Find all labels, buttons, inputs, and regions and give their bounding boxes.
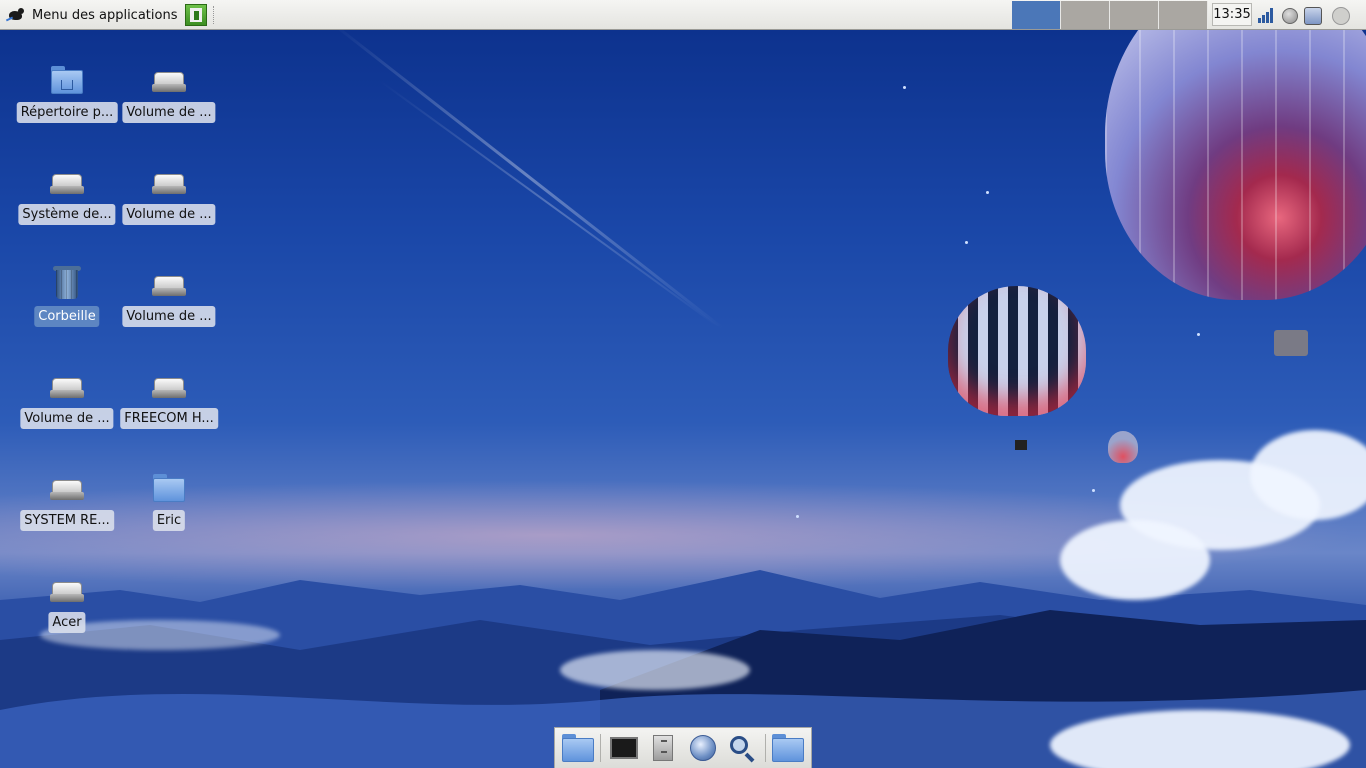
show-desktop-button[interactable] xyxy=(561,731,594,765)
applications-menu-button[interactable]: Menu des applications xyxy=(5,4,178,26)
drive-icon xyxy=(152,174,186,196)
desktop-icon-label: Corbeille xyxy=(34,306,100,327)
drive-icon xyxy=(152,276,186,298)
star xyxy=(1092,489,1095,492)
workspace-switcher xyxy=(1012,1,1208,29)
balloon-stripes xyxy=(1105,0,1366,300)
web-browser-button[interactable] xyxy=(686,731,719,765)
workspace-3[interactable] xyxy=(1110,1,1159,29)
desktop-icon-acer[interactable]: Acer xyxy=(17,572,117,642)
web-browser-icon xyxy=(689,735,716,761)
xfce-mouse-icon xyxy=(5,6,26,24)
logout-icon[interactable] xyxy=(185,4,207,26)
folder-button[interactable] xyxy=(772,731,805,765)
trash-icon xyxy=(53,266,81,300)
folder-icon xyxy=(153,474,185,502)
light-streak xyxy=(379,80,721,329)
desktop-icon-home[interactable]: Répertoire p... xyxy=(16,62,118,132)
file-manager-button[interactable] xyxy=(647,731,680,765)
network-signal-icon[interactable] xyxy=(1256,5,1276,25)
update-globe-icon[interactable] xyxy=(1282,8,1298,24)
desktop-icon-freecom[interactable]: FREECOM H... xyxy=(119,368,219,438)
desktop-icon-label: Volume de ... xyxy=(122,306,216,327)
desktop-icon-label: Système de... xyxy=(18,204,116,225)
drive-icon xyxy=(50,582,84,604)
star xyxy=(796,515,799,518)
desktop-icon-label: Eric xyxy=(152,510,186,531)
workspace-4[interactable] xyxy=(1159,1,1208,29)
balloon-basket xyxy=(1274,330,1308,356)
workspace-2[interactable] xyxy=(1061,1,1110,29)
drive-icon xyxy=(50,480,84,502)
bottom-dock xyxy=(554,727,812,768)
show-desktop-icon xyxy=(561,734,594,762)
balloon-basket xyxy=(1015,440,1027,450)
desktop-icon-label: Volume de ... xyxy=(122,204,216,225)
system-tray xyxy=(1256,4,1350,26)
cloud xyxy=(1060,520,1210,600)
desktop-icon-label: FREECOM H... xyxy=(120,408,218,429)
desktop-icon-volume-2[interactable]: Volume de ... xyxy=(119,164,219,234)
star xyxy=(986,191,989,194)
battery-icon[interactable] xyxy=(1304,6,1322,25)
drive-icon xyxy=(152,72,186,94)
desktop-icon-volume-3[interactable]: Volume de ... xyxy=(119,266,219,336)
desktop-icon-label: Répertoire p... xyxy=(16,102,118,123)
dock-separator xyxy=(600,734,602,762)
star xyxy=(903,86,906,89)
drive-icon xyxy=(50,174,84,196)
desktop-icon-trash[interactable]: Corbeille xyxy=(17,264,117,334)
desktop-icon-label: Volume de ... xyxy=(122,102,216,123)
drive-icon xyxy=(50,378,84,400)
terminal-icon xyxy=(610,737,638,759)
app-finder-button[interactable] xyxy=(725,731,758,765)
hot-air-balloon-medium xyxy=(948,286,1086,416)
hot-air-balloon-small xyxy=(1108,431,1138,463)
desktop-icon-volume-4[interactable]: Volume de ... xyxy=(17,368,117,438)
desktop-icon-label: Acer xyxy=(48,612,86,633)
desktop-icon-volume-1[interactable]: Volume de ... xyxy=(119,62,219,132)
drive-icon xyxy=(152,378,186,400)
star xyxy=(965,241,968,244)
panel-clock[interactable]: 13:35 xyxy=(1212,3,1252,26)
home-folder-icon xyxy=(51,66,83,94)
workspace-1[interactable] xyxy=(1012,1,1061,29)
applications-menu-label: Menu des applications xyxy=(32,7,178,23)
power-icon[interactable] xyxy=(1332,6,1350,25)
desktop-icon-eric[interactable]: Eric xyxy=(119,470,219,540)
desktop-icon-label: SYSTEM RE... xyxy=(20,510,114,531)
star xyxy=(1197,333,1200,336)
file-cabinet-icon xyxy=(653,735,674,761)
light-streak xyxy=(329,20,725,331)
cloud xyxy=(560,650,750,690)
panel-separator xyxy=(213,6,217,24)
top-panel: Menu des applications 13:35 xyxy=(0,0,1366,30)
desktop-icon-system[interactable]: Système de... xyxy=(17,164,117,234)
dock-separator xyxy=(764,734,766,762)
desktop-icon-label: Volume de ... xyxy=(20,408,114,429)
desktop-icon-system-reserved[interactable]: SYSTEM RE... xyxy=(17,470,117,540)
search-icon xyxy=(730,736,749,754)
folder-icon xyxy=(772,734,805,762)
terminal-button[interactable] xyxy=(607,731,640,765)
